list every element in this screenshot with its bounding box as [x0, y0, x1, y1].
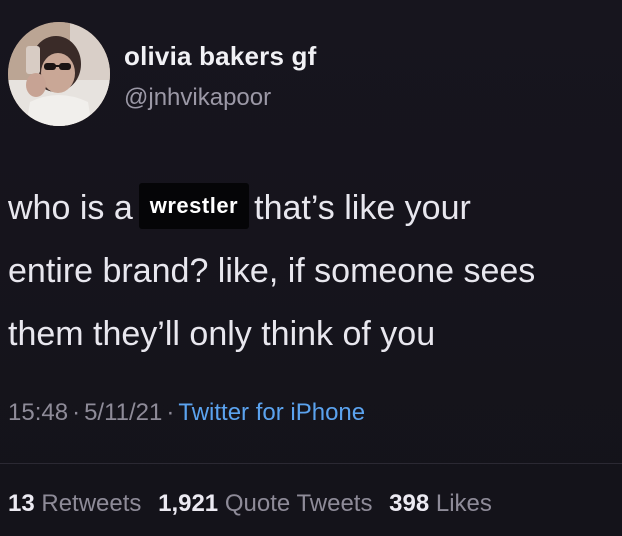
quote-tweets-count: 1,921 [158, 490, 219, 517]
redaction-label: wrestler [138, 183, 250, 230]
tweet-metadata: 15:48 · 5/11/21 · Twitter for iPhone [8, 399, 365, 427]
profile-photo-icon [8, 22, 110, 126]
user-handle[interactable]: @jnhvikapoor [124, 84, 271, 112]
likes-count: 398 [389, 490, 430, 517]
likes-label: Likes [435, 490, 492, 517]
tweet-card: olivia bakers gf @jnhvikapoor who is a wr… [0, 0, 622, 536]
tweet-stats: 13 Retweets 1,921 Quote Tweets 398 Likes [8, 490, 502, 518]
retweets-count: 13 [8, 490, 35, 517]
retweets-label: Retweets [41, 490, 142, 517]
tweet-text-segment: that’s like your [254, 189, 471, 227]
separator: · [72, 399, 81, 426]
quote-tweets-stat[interactable]: 1,921 Quote Tweets [158, 490, 372, 517]
tweet-time[interactable]: 15:48 [8, 399, 68, 426]
avatar[interactable] [8, 22, 110, 126]
tweet-text-segment: who is a [8, 189, 133, 227]
tweet-text: who is a wrestler that’s like your entire … [8, 177, 622, 366]
retweets-stat[interactable]: 13 Retweets [8, 490, 141, 517]
separator: · [166, 399, 175, 426]
tweet-source-link[interactable]: Twitter for iPhone [178, 399, 365, 426]
tweet-date[interactable]: 5/11/21 [84, 399, 162, 426]
tweet-line-3: them they’ll only think of you [8, 315, 436, 353]
likes-stat[interactable]: 398 Likes [389, 490, 492, 517]
divider [0, 463, 622, 464]
tweet-line-2: entire brand? like, if someone sees [8, 252, 536, 290]
quote-tweets-label: Quote Tweets [224, 490, 373, 517]
tweet-line-1: who is a wrestler that’s like your [8, 177, 622, 240]
display-name[interactable]: olivia bakers gf [124, 41, 317, 72]
